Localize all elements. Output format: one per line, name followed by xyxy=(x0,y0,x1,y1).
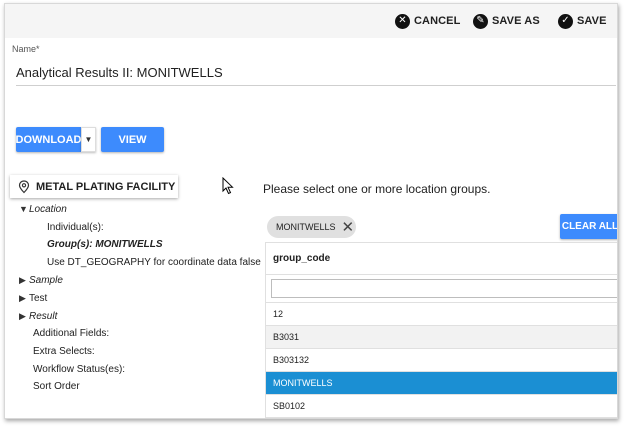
mouse-cursor-icon xyxy=(222,177,234,195)
cancel-button[interactable]: ✕ CANCEL xyxy=(395,12,460,30)
tree-item-individuals[interactable]: Individual(s): xyxy=(47,222,104,233)
tree-item-extra-selects[interactable]: Extra Selects: xyxy=(33,346,95,357)
tree-item-dt-geography[interactable]: Use DT_GEOGRAPHY for coordinate data fal… xyxy=(47,257,261,268)
view-button[interactable]: VIEW xyxy=(101,127,164,152)
selected-group-chip: MONITWELLS ✕ xyxy=(267,216,356,238)
check-icon: ✓ xyxy=(558,13,573,29)
save-as-label: SAVE AS xyxy=(492,15,540,27)
column-header-group-code[interactable]: group_code xyxy=(266,242,617,275)
tree-item-additional-fields[interactable]: Additional Fields: xyxy=(33,328,109,339)
group-code-filter-input[interactable] xyxy=(271,279,617,298)
name-field-label: Name* xyxy=(12,44,40,54)
tree-node-result[interactable]: ▶ Result xyxy=(19,311,57,322)
filter-row xyxy=(266,275,617,303)
table-row[interactable]: B303132 xyxy=(266,349,617,372)
table-row-selected[interactable]: MONITWELLS xyxy=(266,372,617,395)
download-button[interactable]: DOWNLOAD xyxy=(16,127,82,152)
group-code-table: group_code 12 B3031 B303132 MONITWELLS S… xyxy=(265,242,617,418)
remove-chip-icon[interactable]: ✕ xyxy=(342,220,355,235)
save-label: SAVE xyxy=(577,15,607,27)
save-as-button[interactable]: ✎ SAVE AS xyxy=(473,12,540,30)
tree-item-sort-order[interactable]: Sort Order xyxy=(33,381,80,392)
facility-label: METAL PLATING FACILITY xyxy=(36,180,176,193)
cancel-label: CANCEL xyxy=(414,15,461,27)
tree-item-workflow-status[interactable]: Workflow Status(es): xyxy=(33,364,125,375)
expanded-triangle-icon: ▼ xyxy=(19,204,28,214)
tree-node-location[interactable]: ▼Location xyxy=(19,204,67,215)
name-field[interactable]: Analytical Results II: MONITWELLS xyxy=(16,65,616,86)
download-dropdown-toggle[interactable]: ▼ xyxy=(81,127,96,152)
top-toolbar: ✕ CANCEL ✎ SAVE AS ✓ SAVE xyxy=(5,4,617,38)
tree-node-sample[interactable]: ▶ Sample xyxy=(19,275,63,286)
tree-item-groups[interactable]: Group(s): MONITWELLS xyxy=(47,239,163,250)
save-as-icon: ✎ xyxy=(473,13,488,29)
chip-label: MONITWELLS xyxy=(276,222,336,232)
report-editor-window: ✕ CANCEL ✎ SAVE AS ✓ SAVE Name* Analytic… xyxy=(4,3,618,419)
save-button[interactable]: ✓ SAVE xyxy=(558,12,607,30)
tree-node-test[interactable]: ▶ Test xyxy=(19,293,47,304)
group-selection-prompt: Please select one or more location group… xyxy=(263,182,491,196)
facility-selector[interactable]: METAL PLATING FACILITY xyxy=(10,175,178,198)
close-icon: ✕ xyxy=(395,13,410,29)
collapsed-triangle-icon: ▶ xyxy=(19,293,26,303)
clear-all-button[interactable]: CLEAR ALL xyxy=(560,214,617,239)
table-row[interactable]: B3031 xyxy=(266,326,617,349)
collapsed-triangle-icon: ▶ xyxy=(19,275,26,285)
map-pin-icon xyxy=(18,179,30,193)
table-row[interactable]: SB0102 xyxy=(266,395,617,418)
collapsed-triangle-icon: ▶ xyxy=(19,311,26,321)
table-row[interactable]: 12 xyxy=(266,303,617,326)
caret-down-icon: ▼ xyxy=(84,135,93,144)
